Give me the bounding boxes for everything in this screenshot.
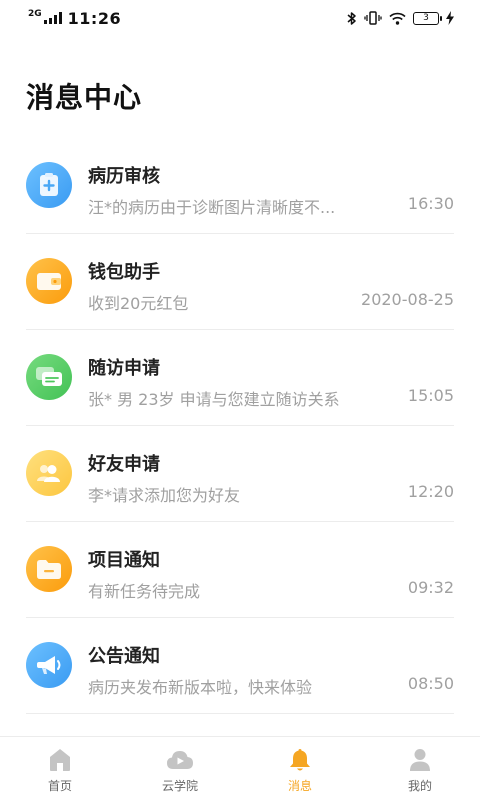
message-preview: 李*请求添加您为好友 (88, 486, 241, 505)
message-item-wallet-assistant[interactable]: 钱包助手 收到20元红包 2020-08-25 (26, 234, 454, 330)
status-right: 3 (347, 11, 454, 26)
message-title: 好友申请 (88, 454, 160, 475)
tab-label: 消息 (287, 779, 312, 793)
vibrate-icon (364, 11, 382, 25)
message-item-announcement[interactable]: 公告通知 病历夹发布新版本啦，快来体验 08:50 (26, 618, 454, 714)
tab-messages[interactable]: 消息 (240, 737, 360, 800)
message-title: 随访申请 (88, 358, 160, 379)
home-icon (49, 747, 71, 773)
message-preview: 有新任务待完成 (88, 582, 201, 601)
message-item-medical-record-review[interactable]: 病历审核 汪*的病历由于诊断图片清晰度不... 16:30 (26, 138, 454, 234)
chat-bubbles-icon (26, 354, 72, 400)
message-item-follow-up-request[interactable]: 随访申请 张* 男 23岁 申请与您建立随访关系 15:05 (26, 330, 454, 426)
message-time: 15:05 (407, 386, 454, 405)
tab-cloud-academy[interactable]: 云学院 (120, 737, 240, 800)
message-title: 病历审核 (88, 166, 160, 187)
message-list: 病历审核 汪*的病历由于诊断图片清晰度不... 16:30 钱包助手 收到20元… (0, 138, 480, 714)
network-type: 2G (28, 8, 42, 19)
clipboard-plus-icon (26, 162, 72, 208)
charging-icon (446, 11, 454, 25)
cloud-play-icon (166, 747, 194, 773)
message-title: 公告通知 (88, 646, 160, 667)
wallet-icon (26, 258, 72, 304)
message-item-project-notice[interactable]: 项目通知 有新任务待完成 09:32 (26, 522, 454, 618)
tab-bar: 首页 云学院 消息 我的 (0, 736, 480, 800)
tab-home[interactable]: 首页 (0, 737, 120, 800)
bluetooth-icon (347, 11, 357, 26)
tab-label: 我的 (407, 779, 432, 793)
status-left: 2G 11:26 (28, 9, 121, 28)
screen: 2G 11:26 3 消息中心 病历审核 汪*的病历由于诊断图片清晰度不... … (0, 0, 480, 800)
wifi-icon (389, 12, 406, 25)
tab-mine[interactable]: 我的 (360, 737, 480, 800)
battery-icon: 3 (413, 11, 442, 25)
message-title: 项目通知 (88, 550, 160, 571)
message-item-friend-request[interactable]: 好友申请 李*请求添加您为好友 12:20 (26, 426, 454, 522)
status-bar: 2G 11:26 3 (0, 0, 480, 36)
message-time: 08:50 (407, 674, 454, 693)
message-time: 2020-08-25 (361, 290, 454, 309)
message-preview: 汪*的病历由于诊断图片清晰度不... (88, 198, 336, 217)
message-preview: 张* 男 23岁 申请与您建立随访关系 (88, 390, 340, 409)
message-time: 09:32 (407, 578, 454, 597)
tab-label: 首页 (47, 779, 72, 793)
message-time: 12:20 (407, 482, 454, 501)
message-time: 16:30 (407, 194, 454, 213)
tab-label: 云学院 (161, 779, 198, 793)
folder-icon (26, 546, 72, 592)
users-icon (26, 450, 72, 496)
message-preview: 病历夹发布新版本啦，快来体验 (88, 678, 313, 697)
signal-icon (43, 12, 62, 24)
message-title: 钱包助手 (88, 262, 160, 283)
megaphone-icon (26, 642, 72, 688)
status-time: 11:26 (67, 8, 122, 28)
message-preview: 收到20元红包 (88, 294, 189, 313)
bell-icon (289, 747, 311, 773)
page-title: 消息中心 (26, 81, 143, 114)
person-icon (409, 747, 431, 773)
